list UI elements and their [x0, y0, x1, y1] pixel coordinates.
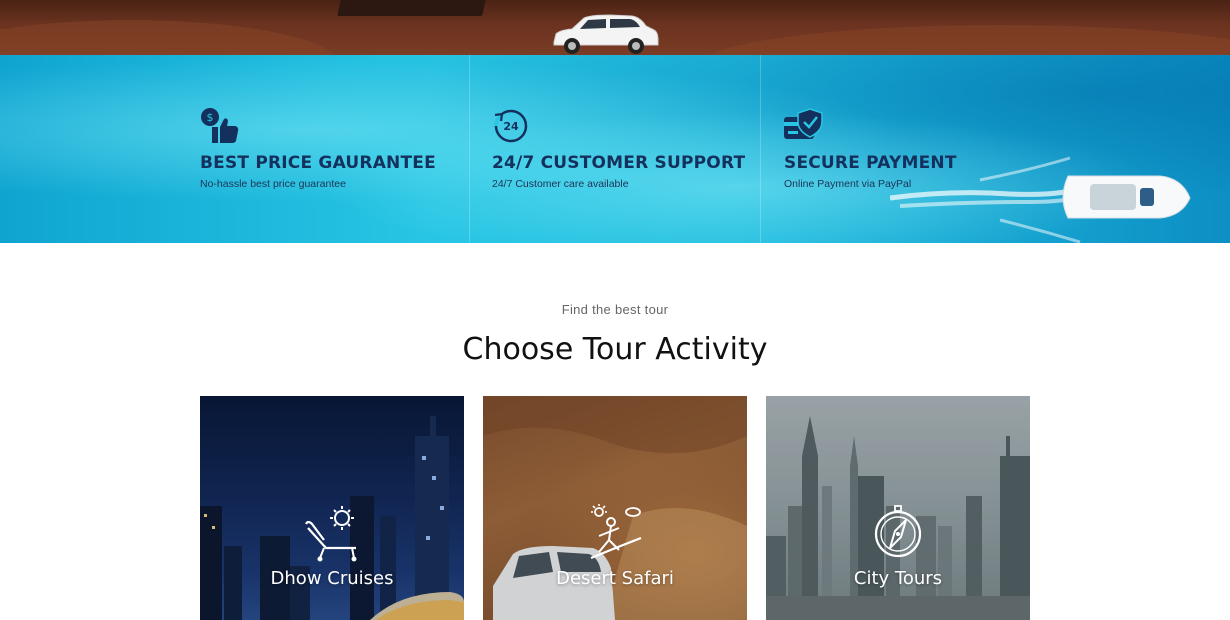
sunbed-icon — [305, 506, 357, 562]
activity-label: Desert Safari — [556, 568, 674, 589]
price-tag-thumbs-up-icon: $ — [201, 108, 239, 143]
activity-card-desert-safari[interactable]: Desert Safari — [483, 396, 747, 620]
support-24-7-icon: 24 — [494, 109, 528, 143]
feature-title: SECURE PAYMENT — [784, 153, 957, 173]
feature-title: 24/7 CUSTOMER SUPPORT — [492, 153, 746, 173]
sandboarding-icon — [590, 504, 642, 560]
feature-subtitle: Online Payment via PayPal — [784, 178, 912, 190]
feature-title: BEST PRICE GAURANTEE — [200, 153, 436, 173]
activity-label: City Tours — [853, 568, 943, 589]
activity-card-dhow-cruises[interactable]: Dhow Cruises — [200, 396, 464, 620]
section-title: Choose Tour Activity — [462, 332, 768, 367]
svg-text:24: 24 — [503, 120, 519, 133]
secure-card-shield-icon — [784, 108, 823, 139]
compass-icon — [874, 505, 922, 558]
suv-car-image — [553, 14, 659, 54]
feature-subtitle: 24/7 Customer care available — [492, 178, 629, 190]
feature-subtitle: No-hassle best price guarantee — [200, 178, 346, 190]
features-band: $ BEST PRICE GAURANTEE No-hassle best pr… — [0, 55, 1230, 243]
section-eyebrow: Find the best tour — [561, 302, 669, 317]
svg-text:$: $ — [207, 111, 214, 124]
activity-label: Dhow Cruises — [270, 568, 394, 589]
desert-banner-image — [0, 0, 1230, 55]
activity-card-city-tours[interactable]: City Tours — [766, 396, 1030, 620]
